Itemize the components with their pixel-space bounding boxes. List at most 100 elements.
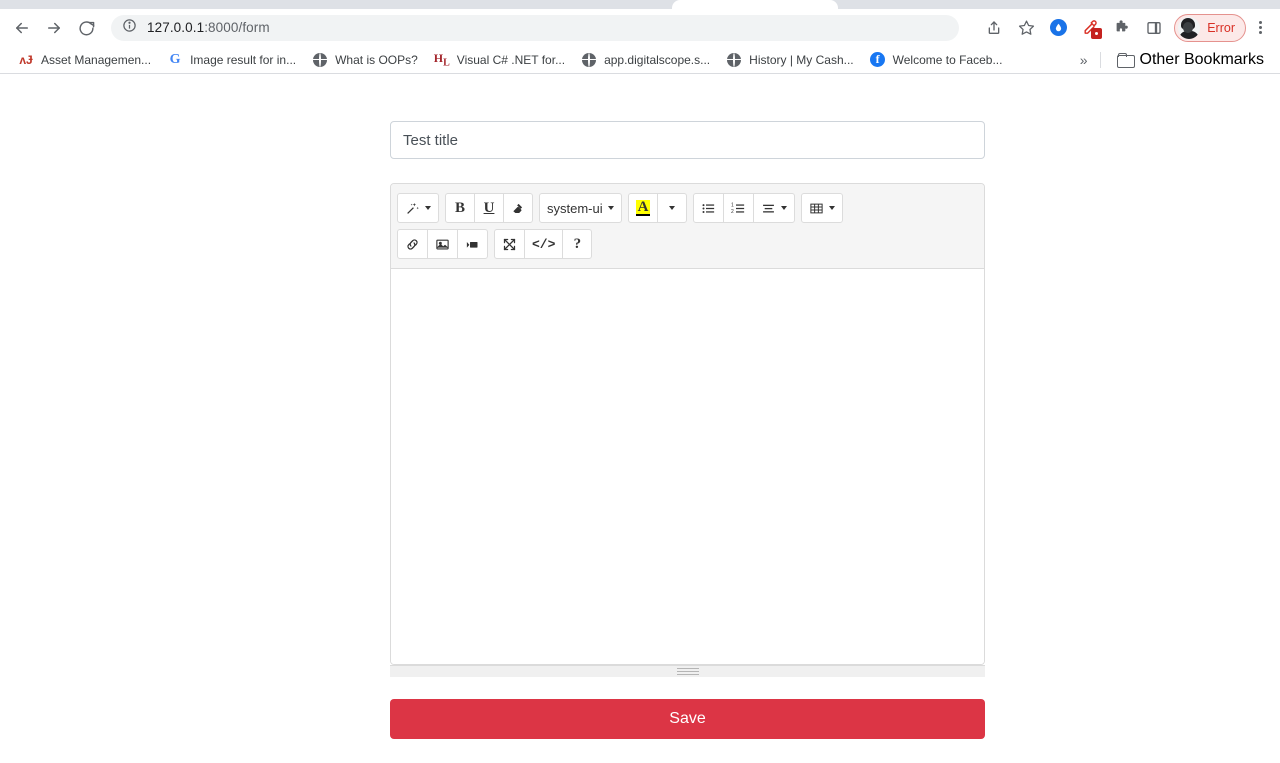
help-button[interactable]: ? <box>562 229 593 259</box>
link-button[interactable] <box>397 229 428 259</box>
forward-button[interactable] <box>40 14 68 42</box>
editor-resize-bar[interactable] <box>390 665 985 677</box>
bookmark-label: app.digitalscope.s... <box>604 52 711 67</box>
paragraph-group: 12 <box>693 193 796 223</box>
bookmark-label: Visual C# .NET for... <box>456 52 566 67</box>
chrome-menu-button[interactable] <box>1248 14 1272 42</box>
svg-text:2: 2 <box>731 208 734 214</box>
save-button[interactable]: Save <box>390 699 985 739</box>
other-bookmarks-button[interactable]: Other Bookmarks <box>1109 49 1272 71</box>
font-name-button[interactable]: system-ui <box>539 193 622 223</box>
back-arrow-icon <box>16 22 28 33</box>
ul-icon <box>702 203 715 213</box>
editor-toolbar: B U system-ui A 1 2 </> ? <box>391 184 984 269</box>
extension-blue-icon[interactable] <box>1044 14 1072 42</box>
bookmark-item[interactable]: app.digitalscope.s... <box>573 49 718 71</box>
asset-favicon: ʌɈ <box>19 52 33 67</box>
recent-color-button[interactable]: A <box>627 193 659 223</box>
reload-icon <box>78 21 94 36</box>
chevron-down-icon <box>781 206 788 210</box>
paragraph-align-button[interactable] <box>753 193 796 223</box>
color-dropdown-button[interactable] <box>657 193 688 223</box>
bold-button[interactable]: B <box>445 193 475 223</box>
site-info-icon[interactable] <box>122 18 137 38</box>
color-group: A <box>627 193 688 223</box>
other-bookmarks-label: Other Bookmarks <box>1139 50 1264 68</box>
table-icon <box>810 203 824 213</box>
eraser-icon <box>513 203 523 213</box>
ol-icon: 12 <box>731 202 745 214</box>
bookmark-item[interactable]: HL Visual C# .NET for... <box>426 49 573 71</box>
info-circle-icon <box>123 18 136 32</box>
remove-format-button[interactable] <box>503 193 533 223</box>
bookmark-label: Image result for in... <box>190 52 297 67</box>
tab-strip <box>0 0 1280 9</box>
video-button[interactable] <box>457 229 488 259</box>
bookmark-item[interactable]: History | My Cash... <box>718 49 861 71</box>
eyedropper-badge <box>1091 27 1103 39</box>
chevron-down-icon <box>425 206 431 210</box>
bookmark-label: What is OOPs? <box>335 52 418 67</box>
active-tab[interactable] <box>672 0 838 9</box>
bookmark-label: History | My Cash... <box>749 52 854 67</box>
browser-chrome: 127.0.0.1:8000/form Error ʌɈ Asset Manag… <box>0 0 1280 74</box>
link-icon <box>407 238 418 250</box>
bookmark-label: Asset Managemen... <box>41 52 152 67</box>
insert-group <box>397 229 488 259</box>
chevron-down-icon <box>607 206 614 210</box>
underline-button[interactable]: U <box>474 193 504 223</box>
bookmark-item[interactable]: f Welcome to Faceb... <box>862 49 1011 71</box>
browser-toolbar: 127.0.0.1:8000/form Error <box>0 9 1280 46</box>
style-group <box>397 193 439 223</box>
title-input[interactable] <box>390 121 985 159</box>
ordered-list-button[interactable]: 12 <box>723 193 755 223</box>
code-view-button[interactable]: </> <box>524 229 564 259</box>
style-magic-button[interactable] <box>397 193 439 223</box>
resize-handle-icon[interactable] <box>676 668 699 675</box>
eyedropper-icon[interactable] <box>1076 14 1104 42</box>
fullscreen-button[interactable] <box>494 229 525 259</box>
toolbar-right-icons: Error <box>978 13 1272 42</box>
align-left-icon <box>763 204 775 213</box>
back-button[interactable] <box>8 14 36 42</box>
bookmarks-bar: ʌɈ Asset Managemen... G Image result for… <box>0 46 1280 74</box>
code-icon: </> <box>532 236 556 252</box>
picture-icon <box>436 239 449 249</box>
reload-button[interactable] <box>72 14 100 42</box>
url-host: 127.0.0.1 <box>147 20 205 35</box>
facebook-favicon: f <box>870 52 886 68</box>
table-button[interactable] <box>801 193 844 223</box>
bookmarks-overflow-button[interactable]: » <box>1080 52 1088 68</box>
chevron-down-icon <box>829 206 836 210</box>
editor-content-area[interactable] <box>391 269 984 664</box>
fullscreen-icon <box>503 238 516 250</box>
side-panel-icon[interactable] <box>1140 14 1168 42</box>
svg-text:1: 1 <box>731 202 734 208</box>
bookmark-item[interactable]: ʌɈ Asset Managemen... <box>10 49 159 71</box>
picture-button[interactable] <box>427 229 458 259</box>
url-text: 127.0.0.1:8000/form <box>147 20 270 35</box>
unordered-list-button[interactable] <box>693 193 725 223</box>
bookmark-item[interactable]: What is OOPs? <box>304 49 426 71</box>
divider <box>1099 51 1101 68</box>
google-favicon: G <box>169 51 181 67</box>
address-bar[interactable]: 127.0.0.1:8000/form <box>111 14 959 41</box>
status-badge: Error <box>1207 20 1235 35</box>
globe-favicon <box>581 52 597 68</box>
video-icon <box>466 241 478 248</box>
chevron-down-icon <box>669 206 676 210</box>
help-icon: ? <box>573 235 582 252</box>
summernote-editor: B U system-ui A 1 2 </> ? <box>390 183 985 665</box>
bookmark-star-icon[interactable] <box>1012 14 1040 42</box>
bold-icon: B <box>454 199 465 216</box>
profile-error-badge[interactable]: Error <box>1174 13 1246 42</box>
bookmark-label: Welcome to Faceb... <box>892 52 1003 67</box>
magic-wand-icon <box>407 202 419 214</box>
forward-arrow-icon <box>48 22 60 33</box>
bookmark-item[interactable]: G Image result for in... <box>159 49 304 71</box>
view-group: </> ? <box>494 229 593 259</box>
puzzle-icon[interactable] <box>1108 14 1136 42</box>
form-container: B U system-ui <box>390 121 985 739</box>
font-color-icon: A <box>635 199 651 216</box>
share-icon[interactable] <box>980 14 1008 42</box>
